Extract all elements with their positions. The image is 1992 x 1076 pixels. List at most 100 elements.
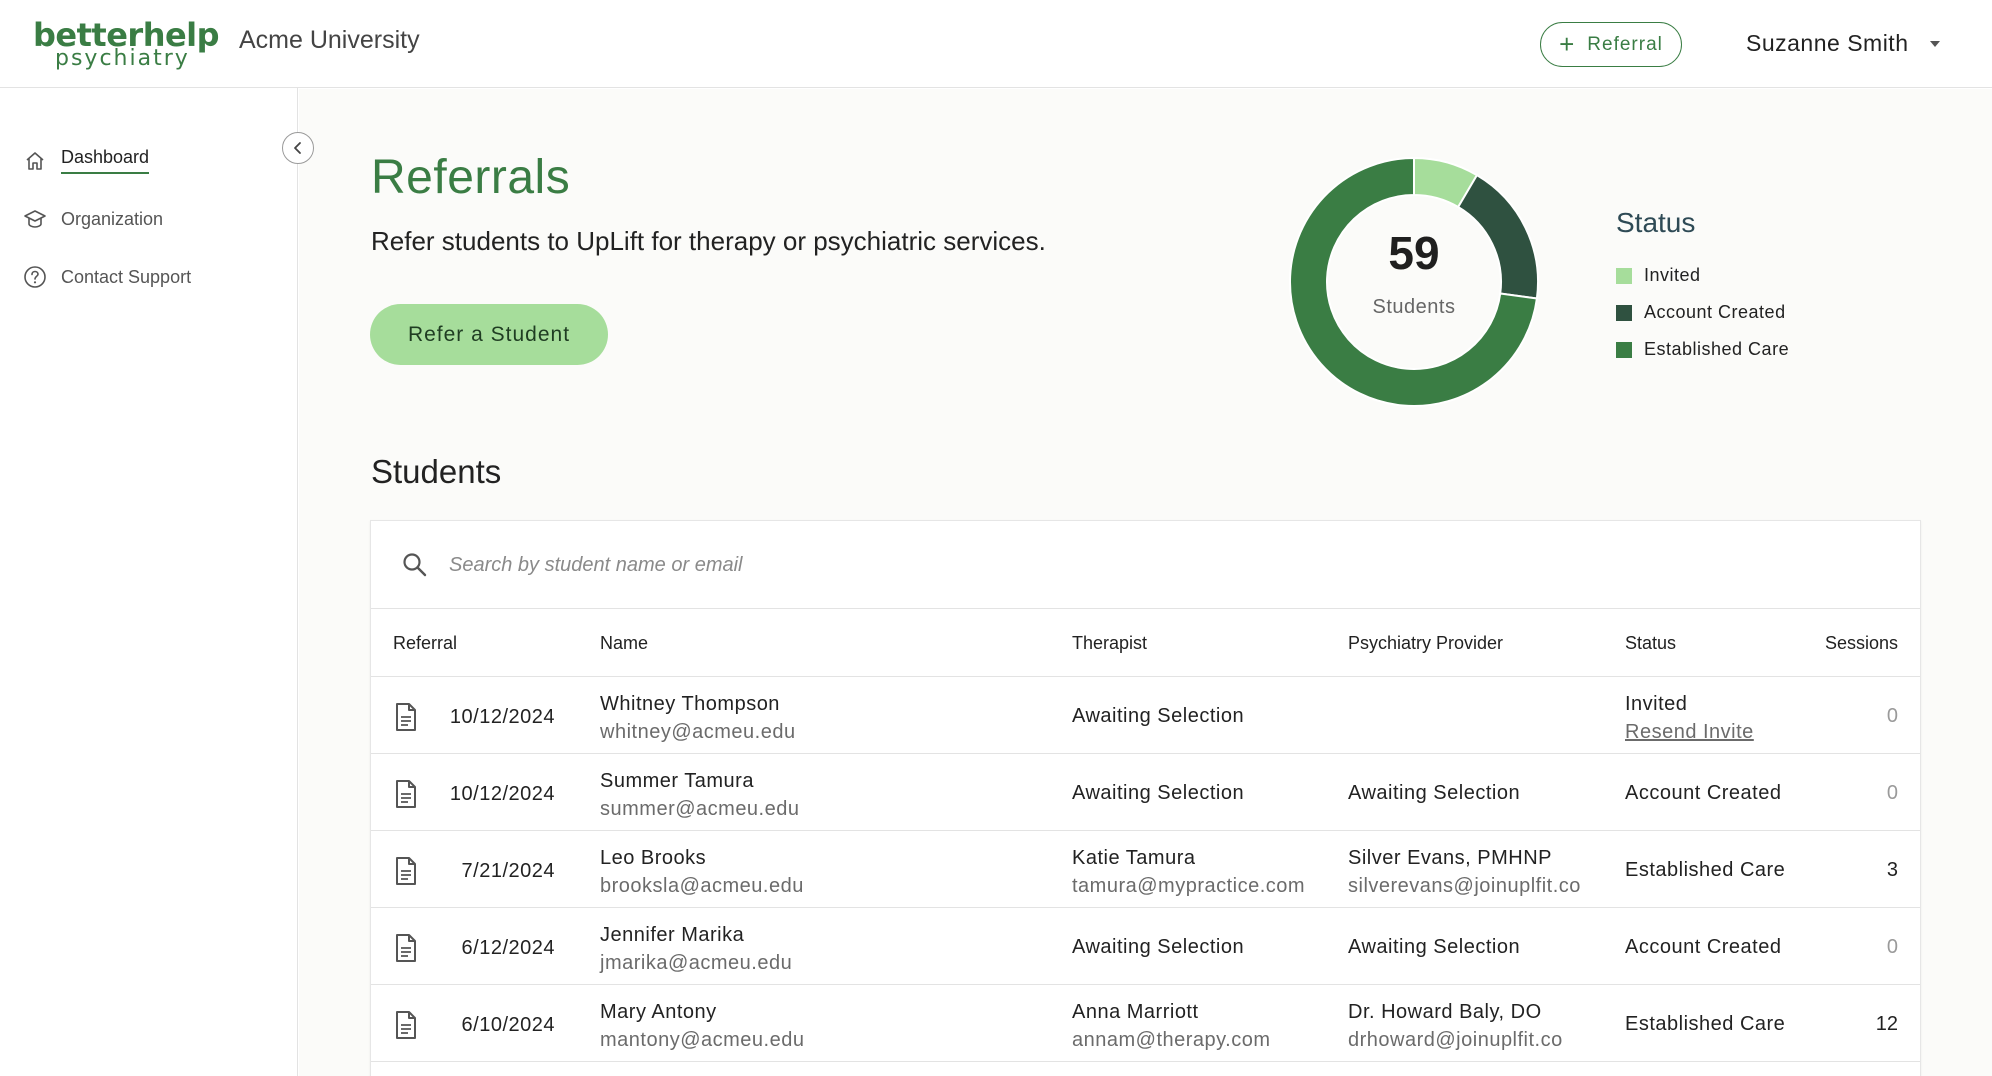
therapist-email: tamura@mypractice.com (1072, 875, 1306, 897)
referral-date: 7/21/2024 (461, 860, 555, 882)
chart-legend: Status Invited Account Created Establish… (1616, 207, 1789, 368)
psychiatry-provider-name: Awaiting Selection (1348, 782, 1521, 804)
sessions-count: 0 (1886, 936, 1898, 958)
status-donut-chart: 59 Students (1286, 154, 1542, 410)
collapse-sidebar-button[interactable] (282, 132, 314, 164)
search-icon (403, 553, 427, 577)
document-icon[interactable] (393, 779, 419, 809)
page-title: Referrals (371, 151, 571, 204)
document-icon[interactable] (393, 702, 419, 732)
sidebar-item-organization[interactable]: Organization (23, 207, 163, 231)
legend-label: Established Care (1644, 339, 1790, 359)
student-email: jmarika@acmeu.edu (600, 952, 793, 974)
user-menu[interactable]: Suzanne Smith (1746, 30, 1941, 57)
new-referral-button[interactable]: + Referral (1540, 22, 1682, 67)
sidebar-item-label: Organization (61, 208, 164, 229)
graduation-cap-icon (23, 207, 47, 231)
therapist-name: Awaiting Selection (1072, 936, 1245, 958)
student-email: whitney@acmeu.edu (600, 721, 796, 743)
psychiatry-provider-name: Awaiting Selection (1348, 936, 1521, 958)
student-email: mantony@acmeu.edu (600, 1029, 805, 1051)
column-header-name[interactable]: Name (600, 633, 648, 654)
column-header-sessions[interactable]: Sessions (1825, 633, 1898, 654)
legend-label: Account Created (1644, 302, 1786, 322)
top-header: betterhelp psychiatry Acme University + … (0, 0, 1992, 88)
student-name: Mary Antony (600, 1001, 717, 1023)
sidebar-item-label: Dashboard (61, 147, 150, 174)
therapist-email: annam@therapy.com (1072, 1029, 1271, 1051)
legend-item-account-created: Account Created (1616, 294, 1789, 331)
psychiatry-provider-email: silverevans@joinuplfit.co (1348, 875, 1581, 897)
student-name: Summer Tamura (600, 770, 754, 792)
column-header-referral[interactable]: Referral (393, 633, 457, 654)
search-bar (371, 521, 1920, 609)
new-referral-label: Referral (1587, 33, 1663, 55)
legend-swatch (1616, 304, 1632, 321)
legend-title: Status (1616, 207, 1696, 238)
donut-chart-svg (1289, 156, 1539, 407)
student-name: Leo Brooks (600, 847, 707, 869)
students-heading: Students (371, 453, 502, 490)
legend-swatch (1616, 341, 1632, 358)
page-subtitle: Refer students to UpLift for therapy or … (371, 226, 1046, 256)
psychiatry-provider-email: drhoward@joinuplfit.co (1348, 1029, 1563, 1051)
organization-name: Acme University (239, 26, 420, 54)
donut-total-label: Students (1372, 296, 1456, 318)
sidebar (0, 88, 298, 1076)
student-name: Jennifer Marika (600, 924, 745, 946)
home-icon (23, 149, 47, 173)
therapist-name: Awaiting Selection (1072, 705, 1245, 727)
user-name: Suzanne Smith (1746, 30, 1909, 56)
status-text: Established Care (1625, 1013, 1786, 1035)
table-row[interactable]: 7/21/2024 Leo Brooks brooksla@acmeu.edu … (371, 831, 1920, 908)
betterhelp-logo[interactable]: betterhelp psychiatry (33, 16, 220, 72)
students-table-card: Referral Name Therapist Psychiatry Provi… (370, 520, 1921, 1076)
therapist-name: Awaiting Selection (1072, 782, 1245, 804)
plus-icon: + (1559, 28, 1576, 59)
document-icon[interactable] (393, 1010, 419, 1040)
status-text: Account Created (1625, 936, 1782, 958)
status-text: Established Care (1625, 859, 1786, 881)
referral-date: 6/10/2024 (461, 1014, 555, 1036)
table-row[interactable]: 6/12/2024 Jennifer Marika jmarika@acmeu.… (371, 908, 1920, 985)
student-email: brooksla@acmeu.edu (600, 875, 804, 897)
column-header-status[interactable]: Status (1625, 633, 1676, 654)
refer-student-button[interactable]: Refer a Student (370, 304, 608, 365)
psychiatry-provider-name: Silver Evans, PMHNP (1348, 847, 1552, 869)
sessions-count: 3 (1886, 859, 1898, 881)
therapist-name: Katie Tamura (1072, 847, 1196, 869)
legend-item-invited: Invited (1616, 257, 1789, 294)
table-header: Referral Name Therapist Psychiatry Provi… (371, 609, 1920, 677)
logo-wordmark-bottom: psychiatry (55, 46, 190, 71)
resend-invite-link[interactable]: Resend Invite (1625, 721, 1754, 744)
psychiatry-provider-name: Dr. Howard Baly, DO (1348, 1001, 1542, 1023)
legend-label: Invited (1644, 265, 1701, 285)
status-text: Invited (1625, 693, 1688, 715)
table-row[interactable]: 10/12/2024 Whitney Thompson whitney@acme… (371, 677, 1920, 754)
donut-total-value: 59 (1388, 227, 1440, 279)
status-text: Account Created (1625, 782, 1782, 804)
column-header-therapist[interactable]: Therapist (1072, 633, 1147, 654)
therapist-name: Anna Marriott (1072, 1001, 1199, 1023)
legend-swatch (1616, 267, 1632, 284)
sessions-count: 0 (1886, 705, 1898, 727)
student-name: Whitney Thompson (600, 693, 780, 715)
referral-date: 10/12/2024 (449, 783, 555, 805)
document-icon[interactable] (393, 856, 419, 886)
sessions-count: 12 (1875, 1013, 1898, 1035)
caret-down-icon (1930, 40, 1941, 47)
referral-date: 6/12/2024 (461, 937, 555, 959)
table-row[interactable]: 6/10/2024 Mary Antony mantony@acmeu.edu … (371, 985, 1920, 1062)
sidebar-item-contact-support[interactable]: Contact Support (23, 265, 191, 289)
sidebar-item-dashboard[interactable]: Dashboard (23, 147, 150, 174)
table-row[interactable]: 10/12/2024 Summer Tamura summer@acmeu.ed… (371, 754, 1920, 831)
column-header-psychiatry-provider[interactable]: Psychiatry Provider (1348, 633, 1503, 654)
sessions-count: 0 (1886, 782, 1898, 804)
referral-date: 10/12/2024 (449, 706, 555, 728)
student-email: summer@acmeu.edu (600, 798, 800, 820)
sidebar-item-label: Contact Support (61, 266, 192, 287)
legend-item-established-care: Established Care (1616, 331, 1789, 368)
help-circle-icon (23, 265, 47, 289)
search-input[interactable] (449, 545, 1149, 585)
document-icon[interactable] (393, 933, 419, 963)
